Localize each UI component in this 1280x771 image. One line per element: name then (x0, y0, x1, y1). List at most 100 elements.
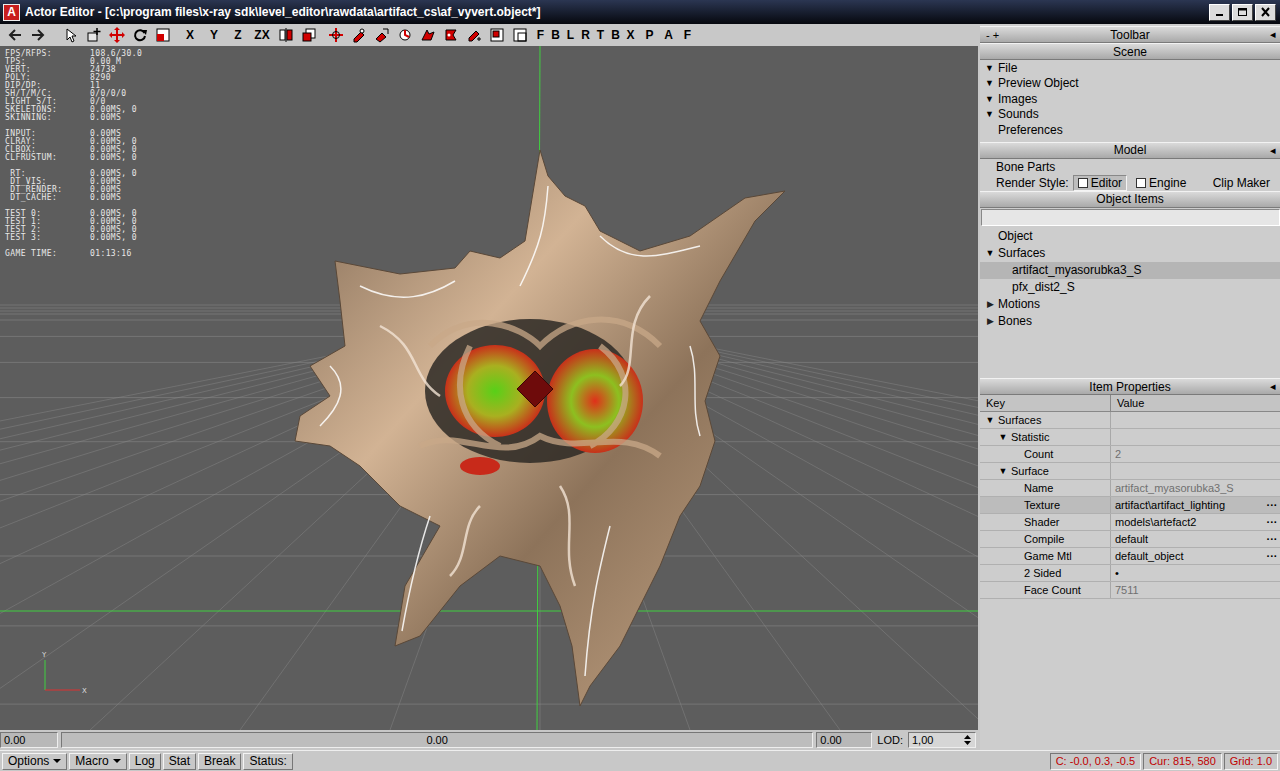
tree-toggle[interactable]: ▶ (985, 316, 995, 326)
property-value[interactable] (1110, 412, 1280, 428)
collapse-button[interactable]: ◂ (1240, 28, 1280, 41)
object-filter-field[interactable] (981, 209, 1280, 226)
start-time-field[interactable]: 0.00 (0, 732, 58, 748)
snap-move-button[interactable] (416, 25, 439, 45)
property-value[interactable]: default··· (1110, 531, 1280, 547)
view-button[interactable]: B (608, 25, 623, 45)
non-uniform-scale-button[interactable] (297, 25, 320, 45)
browse-button[interactable]: ··· (1264, 550, 1280, 562)
collapse-button[interactable]: ◂ (1240, 380, 1280, 393)
tree-item[interactable]: ▶Motions (980, 296, 1280, 313)
tree-toggle[interactable]: ▼ (998, 432, 1008, 442)
tree-toggle[interactable]: ▼ (985, 415, 995, 425)
browse-button[interactable]: ··· (1264, 499, 1280, 511)
scene-render[interactable]: YX (0, 46, 978, 730)
checkbox[interactable] (1078, 178, 1088, 188)
tree-item[interactable]: Object (980, 228, 1280, 245)
tree-item[interactable]: artifact_myasorubka3_S (980, 262, 1280, 279)
time-slider[interactable]: 0.00 (61, 732, 813, 748)
select-cursor-button[interactable] (59, 25, 82, 45)
zoom-selected-button[interactable] (508, 25, 531, 45)
scene-menu-item[interactable]: ▼Preview Object (980, 76, 1280, 92)
redo-arrow-button[interactable] (26, 25, 49, 45)
scene-menu-item[interactable]: ▼Images (980, 91, 1280, 107)
undo-arrow-button[interactable] (3, 25, 26, 45)
lod-field[interactable]: 1,00 (908, 732, 976, 748)
axis-button[interactable]: ZX (250, 25, 274, 45)
tree-toggle[interactable]: ▶ (985, 299, 995, 309)
scene-menu-item[interactable]: Preferences (980, 122, 1280, 138)
mode-button[interactable]: A (659, 25, 678, 45)
browse-button[interactable]: ··· (1264, 516, 1280, 528)
snap-scale-button[interactable] (462, 25, 485, 45)
snap-grid-button[interactable] (439, 25, 462, 45)
view-button[interactable]: T (593, 25, 608, 45)
tree-toggle[interactable]: ▼ (998, 466, 1008, 476)
scene-header[interactable]: Scene (980, 43, 1280, 60)
tree-toggle[interactable]: ▼ (985, 248, 995, 258)
property-row[interactable]: Textureartifact\artifact_lighting··· (980, 497, 1280, 514)
viewport[interactable]: YXFPS/RFPS:108.6/30.0TPS:0.00 MVERT:2473… (0, 46, 978, 730)
object-items-header[interactable]: Object Items (980, 191, 1280, 208)
render-style-option[interactable]: Editor (1073, 175, 1127, 191)
property-row[interactable]: ▼Statistic (980, 429, 1280, 446)
snap-vertex-button[interactable] (370, 25, 393, 45)
property-row[interactable]: Nameartifact_myasorubka3_S (980, 480, 1280, 497)
view-button[interactable]: F (533, 25, 548, 45)
property-row[interactable]: Shadermodels\artefact2··· (980, 514, 1280, 531)
status-button[interactable]: Break (198, 753, 241, 770)
zoom-extents-button[interactable] (485, 25, 508, 45)
property-row[interactable]: Game Mtldefault_object··· (980, 548, 1280, 565)
status-button[interactable]: Options (2, 753, 67, 770)
scene-menu-item[interactable]: ▼Sounds (980, 107, 1280, 123)
property-row[interactable]: Count2 (980, 446, 1280, 463)
property-value[interactable]: default_object··· (1110, 548, 1280, 564)
scale-button[interactable] (151, 25, 174, 45)
property-value[interactable]: • (1110, 565, 1280, 581)
status-button[interactable]: Status: (243, 753, 292, 770)
collapse-button[interactable]: ◂ (1240, 144, 1280, 157)
browse-button[interactable]: ··· (1264, 533, 1280, 545)
property-value[interactable] (1110, 463, 1280, 479)
property-row[interactable]: ▼Surface (980, 463, 1280, 480)
minimize-button[interactable] (1209, 4, 1230, 21)
tree-item[interactable]: ▶Bones (980, 313, 1280, 330)
close-button[interactable] (1255, 4, 1276, 21)
view-button[interactable]: B (548, 25, 563, 45)
tree-item[interactable]: pfx_dist2_S (980, 279, 1280, 296)
snap-angle-button[interactable] (393, 25, 416, 45)
property-value[interactable] (1110, 429, 1280, 445)
snap-crosshair-button[interactable] (324, 25, 347, 45)
model-header[interactable]: Model◂ (980, 142, 1280, 159)
end-time-field[interactable]: 0.00 (816, 732, 872, 748)
property-value[interactable]: artifact\artifact_lighting··· (1110, 497, 1280, 513)
checkbox[interactable] (1136, 178, 1146, 188)
render-style-option[interactable]: Engine (1131, 175, 1191, 191)
mirror-button[interactable] (274, 25, 297, 45)
mode-button[interactable]: F (678, 25, 697, 45)
tree-item[interactable]: ▼Surfaces (980, 245, 1280, 262)
column-header[interactable]: Key (980, 395, 1110, 411)
clip-maker-button[interactable]: Clip Maker (1213, 176, 1280, 190)
scene-menu-item[interactable]: ▼File (980, 60, 1280, 76)
axis-button[interactable]: X (178, 25, 202, 45)
rotate-button[interactable] (128, 25, 151, 45)
status-button[interactable]: Log (129, 753, 161, 770)
axis-button[interactable]: Y (202, 25, 226, 45)
column-header[interactable]: Value (1110, 395, 1280, 411)
toolbar-header[interactable]: - +Toolbar◂ (980, 26, 1280, 43)
property-row[interactable]: Compiledefault··· (980, 531, 1280, 548)
property-row[interactable]: 2 Sided• (980, 565, 1280, 582)
item-properties-header[interactable]: Item Properties◂ (980, 378, 1280, 395)
view-button[interactable]: L (563, 25, 578, 45)
mode-button[interactable]: P (640, 25, 659, 45)
property-row[interactable]: ▼Surfaces (980, 412, 1280, 429)
dock-controls[interactable]: - + (980, 29, 1020, 41)
view-button[interactable]: R (578, 25, 593, 45)
snap-object-button[interactable] (347, 25, 370, 45)
add-object-button[interactable] (82, 25, 105, 45)
axis-button[interactable]: Z (226, 25, 250, 45)
status-button[interactable]: Macro (69, 753, 126, 770)
bone-parts-row[interactable]: Bone Parts (980, 159, 1280, 175)
property-row[interactable]: Face Count7511 (980, 582, 1280, 599)
